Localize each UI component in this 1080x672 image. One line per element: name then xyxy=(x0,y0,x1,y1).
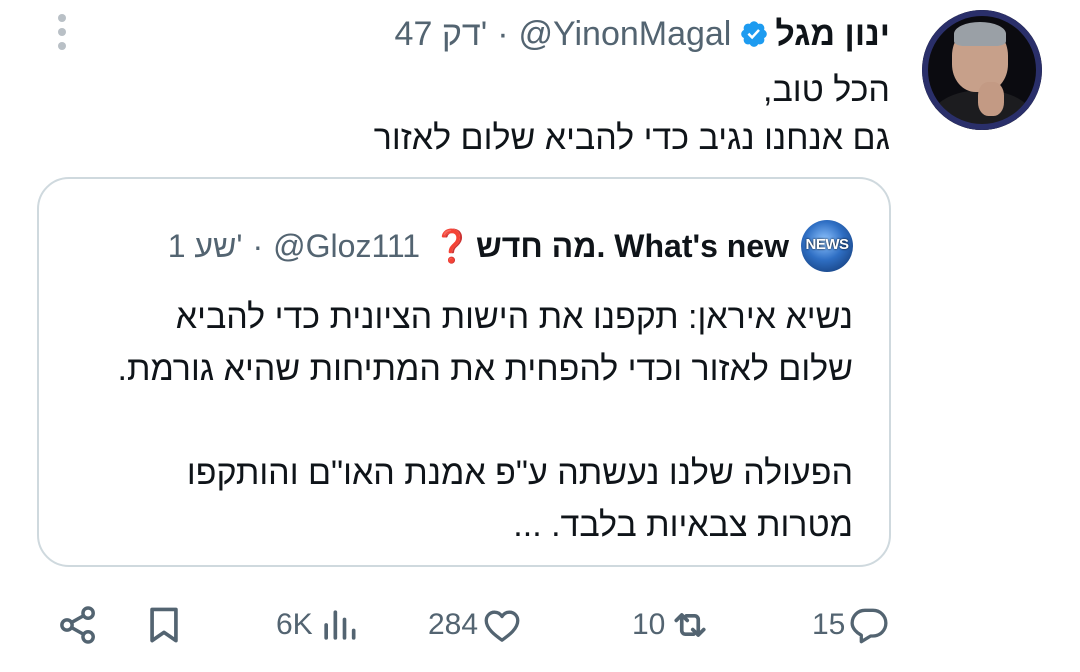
avatar[interactable] xyxy=(922,10,1042,130)
separator-dot: · xyxy=(252,227,264,264)
quoted-author-handle[interactable]: @Gloz111 xyxy=(273,228,420,265)
quoted-post-card[interactable]: NEWS מה חדש. What's new ❓ @Gloz111 · 1 ש… xyxy=(37,177,891,567)
like-count: 284 xyxy=(428,608,479,641)
verified-badge-icon xyxy=(741,21,768,47)
separator-dot: · xyxy=(497,14,509,53)
quoted-post-header: NEWS מה חדש. What's new ❓ @Gloz111 · 1 ש… xyxy=(168,220,853,272)
post-header: ינון מגל @YinonMagal · 47 דק' xyxy=(395,12,890,56)
views-button[interactable]: 6K xyxy=(276,600,361,650)
quoted-post-time[interactable]: 1 שע' xyxy=(168,228,243,265)
views-icon xyxy=(324,610,356,640)
author-handle[interactable]: @YinonMagal xyxy=(519,15,732,54)
like-button[interactable]: 284 xyxy=(428,600,524,650)
share-icon xyxy=(60,606,95,644)
news-logo-text: NEWS xyxy=(805,236,850,253)
quoted-avatar[interactable]: NEWS xyxy=(801,220,853,272)
share-button[interactable] xyxy=(56,600,100,650)
quoted-text-line: שלום לאזור וכדי להפחית את המתיחות שהיא ג… xyxy=(117,350,853,388)
repost-count: 10 xyxy=(632,608,666,641)
quoted-text-line: מטרות צבאיות בלבד. ... xyxy=(513,506,853,544)
quoted-text-line: הפעולה שלנו נעשתה ע"פ אמנת האו"ם והותקפו xyxy=(186,454,853,492)
post-text-line: הכל טוב, xyxy=(763,71,890,109)
views-count: 6K xyxy=(276,608,313,641)
reply-count: 15 xyxy=(812,608,846,641)
bookmark-button[interactable] xyxy=(142,600,186,650)
like-icon xyxy=(484,610,520,642)
more-options-icon[interactable] xyxy=(50,14,74,54)
quoted-author-name[interactable]: מה חדש. What's new xyxy=(476,228,789,265)
question-mark-emoji: ❓ xyxy=(432,228,472,264)
quoted-post-text: נשיא איראן: תקפנו את הישות הציונית כדי ל… xyxy=(118,291,853,551)
repost-button[interactable]: 10 xyxy=(632,600,713,650)
post-time[interactable]: 47 דק' xyxy=(395,15,488,54)
author-name[interactable]: ינון מגל xyxy=(775,15,890,54)
bookmark-icon xyxy=(150,607,178,643)
repost-icon xyxy=(674,613,706,637)
quoted-text-line: נשיא איראן: תקפנו את הישות הציונית כדי ל… xyxy=(175,298,853,336)
reply-button[interactable]: 15 xyxy=(812,600,891,650)
post-text: הכל טוב, גם אנחנו נגיב כדי להביא שלום לא… xyxy=(374,66,890,162)
post-text-line: גם אנחנו נגיב כדי להביא שלום לאזור xyxy=(373,119,890,157)
reply-icon xyxy=(850,608,888,644)
